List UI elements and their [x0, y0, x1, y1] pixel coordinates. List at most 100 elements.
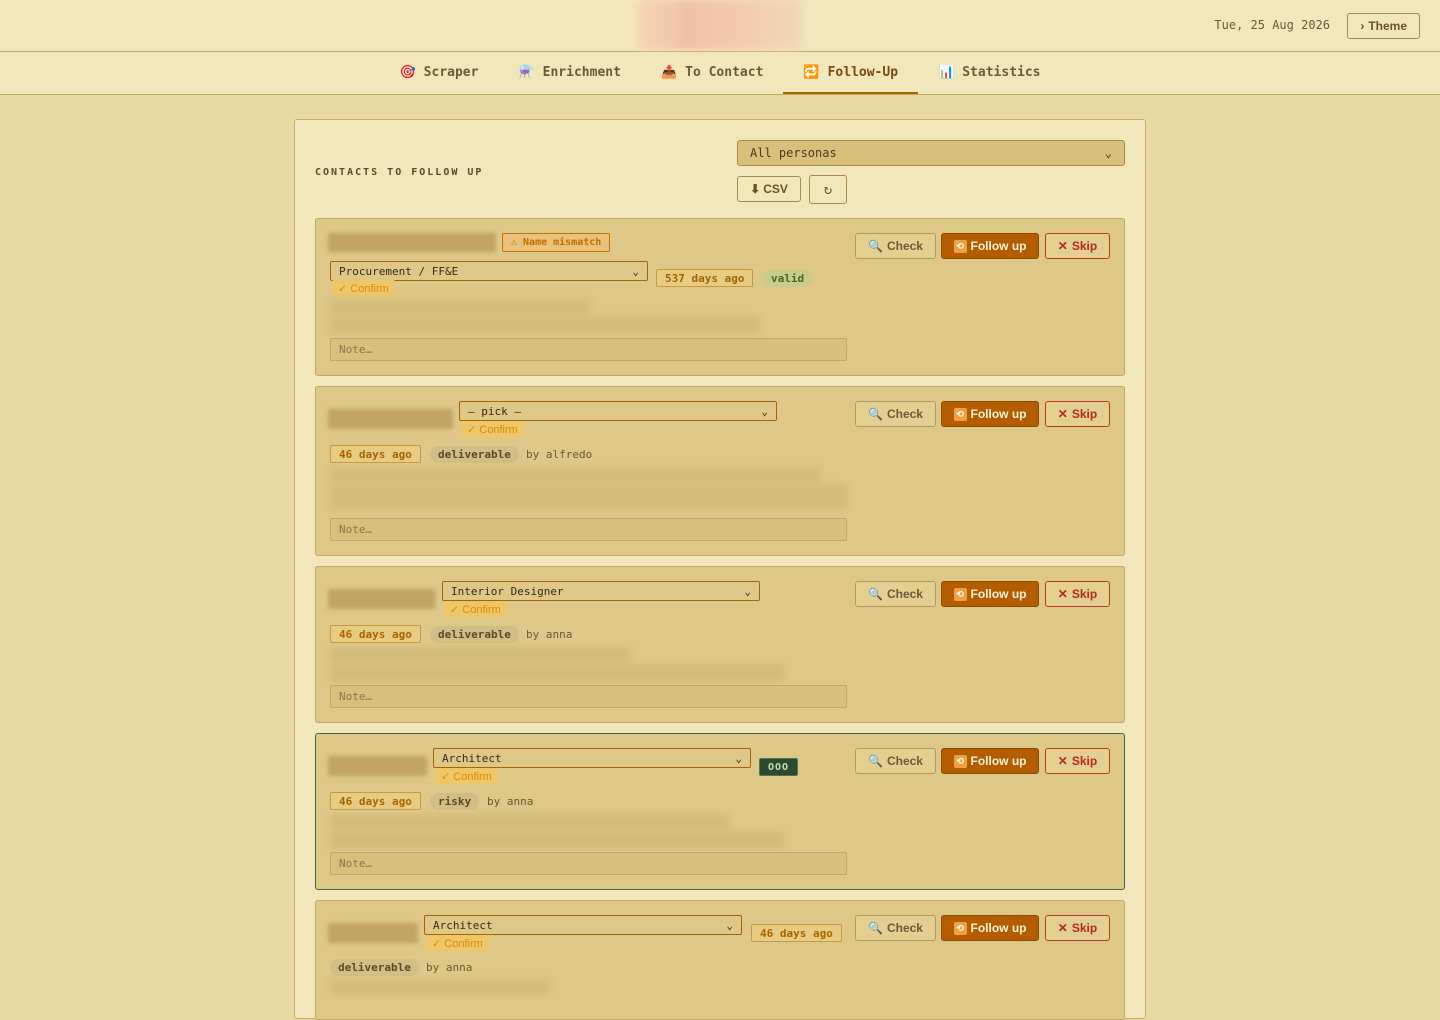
- check-label: Check: [886, 587, 923, 601]
- check-button[interactable]: 🔍 Check: [855, 401, 936, 427]
- current-date: Tue, 25 Aug 2026: [1214, 18, 1330, 32]
- tab-statistics[interactable]: 📊 Statistics: [918, 52, 1060, 94]
- tab-label: To Contact: [685, 64, 764, 80]
- contact-name-redacted: [328, 923, 418, 943]
- days-since-badge: 46 days ago: [330, 445, 421, 463]
- email-status-badge: deliverable: [430, 446, 519, 463]
- target-icon: 🎯: [399, 64, 416, 80]
- note-input[interactable]: Note…: [330, 852, 847, 875]
- owner-label: by anna: [426, 961, 473, 974]
- magnifier-icon: 🔍: [868, 921, 883, 935]
- magnifier-icon: 🔍: [868, 587, 883, 601]
- follow-up-button[interactable]: ⟲ Follow up: [941, 233, 1039, 259]
- panel-title: CONTACTS TO FOLLOW UP: [315, 167, 484, 178]
- days-since-badge: 46 days ago: [330, 625, 421, 643]
- chevron-right-icon: ›: [1360, 19, 1365, 33]
- follow-up-button[interactable]: ⟲ Follow up: [941, 748, 1039, 774]
- close-icon: ✕: [1057, 587, 1068, 601]
- outbox-icon: 📤: [660, 64, 678, 80]
- role-value: Interior Designer: [451, 584, 564, 598]
- confirm-role-button[interactable]: ✓ Confirm: [461, 421, 524, 437]
- contact-details-redacted: [330, 299, 590, 315]
- follow-up-button[interactable]: ⟲ Follow up: [941, 915, 1039, 941]
- confirm-role-button[interactable]: ✓ Confirm: [444, 601, 507, 617]
- refresh-button[interactable]: ↻: [809, 175, 847, 204]
- contact-details-redacted: [330, 831, 785, 849]
- skip-label: Skip: [1071, 587, 1098, 601]
- contact-card: Architect ⌄ ✓ Confirm OOO 46 days ago ri…: [315, 733, 1125, 890]
- days-since-badge: 537 days ago: [656, 269, 754, 287]
- note-input[interactable]: Note…: [330, 338, 847, 361]
- main-nav: 🎯 Scraper ⚗️ Enrichment 📤 To Contact 🔁 F…: [0, 52, 1440, 95]
- check-button[interactable]: 🔍 Check: [855, 915, 936, 941]
- contact-details-redacted: [330, 979, 550, 995]
- check-label: Check: [886, 239, 923, 253]
- magnifier-icon: 🔍: [868, 754, 883, 768]
- role-select[interactable]: Procurement / FF&E ⌄: [330, 261, 648, 281]
- follow-up-label: Follow up: [970, 921, 1027, 935]
- tab-label: Enrichment: [542, 64, 621, 80]
- repeat-icon: ⟲: [953, 754, 967, 768]
- check-button[interactable]: 🔍 Check: [855, 581, 936, 607]
- note-input[interactable]: Note…: [330, 518, 847, 541]
- email-status-badge: deliverable: [330, 959, 419, 976]
- skip-button[interactable]: ✕ Skip: [1045, 401, 1110, 427]
- chevron-down-icon: ⌄: [726, 918, 733, 932]
- email-status-badge: deliverable: [430, 626, 519, 643]
- repeat-icon: ⟲: [953, 921, 967, 935]
- contact-name-redacted: [328, 233, 496, 252]
- theme-button[interactable]: › Theme: [1347, 13, 1420, 39]
- role-select[interactable]: Architect ⌄: [424, 915, 742, 935]
- contact-details-redacted: [330, 467, 820, 483]
- skip-label: Skip: [1071, 407, 1098, 421]
- email-status-badge: risky: [430, 793, 480, 810]
- theme-button-label: Theme: [1368, 19, 1407, 33]
- confirm-role-button[interactable]: ✓ Confirm: [435, 768, 498, 784]
- check-button[interactable]: 🔍 Check: [855, 233, 936, 259]
- role-select[interactable]: Architect ⌄: [433, 748, 751, 768]
- note-input[interactable]: Note…: [330, 685, 847, 708]
- close-icon: ✕: [1057, 239, 1068, 253]
- role-select[interactable]: Interior Designer ⌄: [442, 581, 760, 601]
- tab-to-contact[interactable]: 📤 To Contact: [641, 52, 783, 94]
- contact-details-redacted: [330, 316, 760, 334]
- follow-up-label: Follow up: [970, 239, 1027, 253]
- follow-up-label: Follow up: [970, 754, 1027, 768]
- repeat-icon: ⟲: [953, 407, 967, 421]
- skip-button[interactable]: ✕ Skip: [1045, 748, 1110, 774]
- confirm-role-button[interactable]: ✓ Confirm: [426, 935, 489, 951]
- check-label: Check: [886, 754, 923, 768]
- email-status-badge: valid: [763, 270, 813, 287]
- tab-scraper[interactable]: 🎯 Scraper: [379, 52, 498, 94]
- contact-name-redacted: [328, 756, 427, 776]
- name-mismatch-badge: ⚠ Name mismatch: [502, 233, 611, 252]
- top-bar: Tue, 25 Aug 2026 › Theme: [0, 0, 1440, 52]
- chevron-down-icon: ⌄: [1104, 146, 1112, 160]
- contact-card: — pick — ⌄ ✓ Confirm 46 days ago deliver…: [315, 386, 1125, 556]
- tab-label: Follow-Up: [827, 64, 899, 80]
- skip-button[interactable]: ✕ Skip: [1045, 233, 1110, 259]
- follow-up-panel: CONTACTS TO FOLLOW UP All personas ⌄ ⬇ C…: [294, 119, 1146, 1020]
- close-icon: ✕: [1057, 754, 1068, 768]
- follow-up-button[interactable]: ⟲ Follow up: [941, 581, 1039, 607]
- role-value: Procurement / FF&E: [339, 264, 459, 278]
- chevron-down-icon: ⌄: [632, 264, 639, 278]
- skip-button[interactable]: ✕ Skip: [1045, 581, 1110, 607]
- csv-label: CSV: [763, 182, 788, 196]
- persona-filter-select[interactable]: All personas ⌄: [737, 140, 1125, 166]
- confirm-role-button[interactable]: ✓ Confirm: [332, 280, 395, 296]
- check-button[interactable]: 🔍 Check: [855, 748, 936, 774]
- follow-up-label: Follow up: [970, 407, 1027, 421]
- tab-follow-up[interactable]: 🔁 Follow-Up: [783, 52, 919, 94]
- bar-chart-icon: 📊: [938, 64, 955, 80]
- persona-filter-value: All personas: [750, 146, 837, 160]
- days-since-badge: 46 days ago: [751, 924, 842, 942]
- tab-enrichment[interactable]: ⚗️ Enrichment: [498, 52, 640, 94]
- contact-name-redacted: [328, 409, 453, 429]
- role-select[interactable]: — pick — ⌄: [459, 401, 777, 421]
- repeat-icon: ⟲: [953, 587, 967, 601]
- skip-button[interactable]: ✕ Skip: [1045, 915, 1110, 941]
- csv-export-button[interactable]: ⬇ CSV: [737, 176, 801, 202]
- follow-up-button[interactable]: ⟲ Follow up: [941, 401, 1039, 427]
- contact-details-redacted: [330, 647, 630, 663]
